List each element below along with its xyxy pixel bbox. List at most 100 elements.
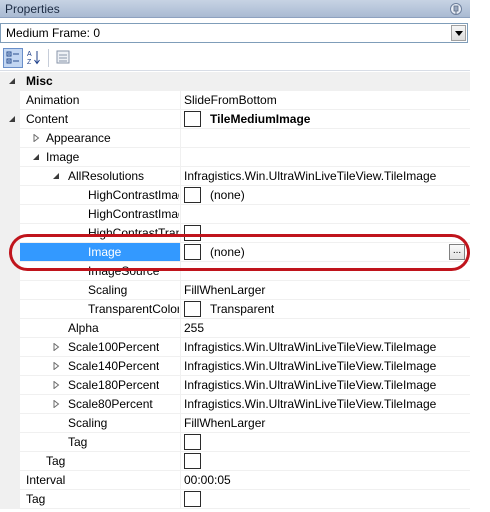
value-swatch[interactable] xyxy=(184,453,201,469)
property-row-scaling-inner[interactable]: Scaling FillWhenLarger xyxy=(0,281,470,300)
column-divider xyxy=(180,129,181,148)
property-name: Alpha xyxy=(68,321,99,335)
property-row-allresolutions[interactable]: AllResolutions Infragistics.Win.UltraWin… xyxy=(0,167,470,186)
property-row-image-group[interactable]: Image xyxy=(0,148,470,167)
property-grid: Misc Animation SlideFromBottom Content T… xyxy=(0,72,470,512)
property-name: Content xyxy=(26,112,69,126)
property-name: Image xyxy=(20,243,180,261)
column-divider xyxy=(180,205,181,224)
window-edge xyxy=(470,0,490,512)
row-gutter xyxy=(0,300,20,319)
property-pages-icon xyxy=(56,50,70,64)
property-row-image-selected[interactable]: Image (none) ... xyxy=(0,243,470,262)
collapsed-chevron-icon[interactable] xyxy=(52,381,60,389)
row-gutter xyxy=(0,319,20,338)
property-value[interactable]: Infragistics.Win.UltraWinLiveTileView.Ti… xyxy=(184,338,436,356)
column-divider xyxy=(180,395,181,414)
property-value[interactable]: Transparent xyxy=(210,300,274,318)
property-row-content[interactable]: Content TileMediumImage xyxy=(0,110,470,129)
column-divider xyxy=(180,110,181,129)
column-divider xyxy=(180,414,181,433)
property-value[interactable]: 255 xyxy=(184,319,204,337)
property-name: Misc xyxy=(26,74,53,88)
row-gutter xyxy=(0,91,20,110)
property-row-content-tag[interactable]: Tag xyxy=(0,452,470,471)
property-row-transparentcolor[interactable]: TransparentColor Transparent xyxy=(0,300,470,319)
property-row-animation[interactable]: Animation SlideFromBottom xyxy=(0,91,470,110)
expanded-chevron-icon[interactable] xyxy=(52,172,60,180)
property-name: Animation xyxy=(26,93,80,107)
property-name: Tag xyxy=(26,492,46,506)
svg-text:A: A xyxy=(27,51,32,58)
window-title: Properties xyxy=(5,2,60,16)
categorized-button[interactable] xyxy=(3,48,23,68)
property-value[interactable]: TileMediumImage xyxy=(210,110,310,128)
property-row-scale80percent[interactable]: Scale80Percent Infragistics.Win.UltraWin… xyxy=(0,395,470,414)
property-name: Image xyxy=(46,150,80,164)
row-gutter xyxy=(0,262,20,281)
property-value[interactable]: Infragistics.Win.UltraWinLiveTileView.Ti… xyxy=(184,357,436,375)
property-value[interactable]: FillWhenLarger xyxy=(184,414,265,432)
property-row-appearance[interactable]: Appearance xyxy=(0,129,470,148)
ellipsis-button[interactable]: ... xyxy=(449,244,465,260)
collapsed-chevron-icon[interactable] xyxy=(32,134,40,142)
row-gutter xyxy=(0,433,20,452)
property-name: Scaling xyxy=(68,416,108,430)
property-name: Interval xyxy=(26,473,66,487)
property-row-imagesource[interactable]: ImageSource xyxy=(0,262,470,281)
row-gutter xyxy=(0,167,20,186)
alphabetical-icon: A Z xyxy=(27,51,40,66)
property-value[interactable]: Infragistics.Win.UltraWinLiveTileView.Ti… xyxy=(184,167,436,185)
collapsed-chevron-icon[interactable] xyxy=(52,362,60,370)
property-value[interactable]: (none) xyxy=(210,243,245,261)
property-value[interactable]: 00:00:05 xyxy=(184,471,231,489)
alphabetical-button[interactable]: A Z xyxy=(25,48,45,68)
svg-text:Z: Z xyxy=(27,59,32,66)
column-divider xyxy=(180,357,181,376)
expanded-chevron-icon[interactable] xyxy=(8,115,16,123)
property-value[interactable]: SlideFromBottom xyxy=(184,91,277,109)
expanded-chevron-icon[interactable] xyxy=(32,153,40,161)
collapsed-chevron-icon[interactable] xyxy=(52,343,60,351)
row-gutter xyxy=(0,395,20,414)
property-row-scale140percent[interactable]: Scale140Percent Infragistics.Win.UltraWi… xyxy=(0,357,470,376)
row-gutter xyxy=(0,414,20,433)
property-row-highcontrastimage[interactable]: HighContrastImage (none) xyxy=(0,186,470,205)
property-row-highcontrastimagesource[interactable]: HighContrastImageSource xyxy=(0,205,470,224)
chevron-down-icon xyxy=(455,31,463,36)
category-row-misc[interactable]: Misc xyxy=(0,72,470,91)
property-pages-button[interactable] xyxy=(54,48,74,68)
column-divider xyxy=(180,224,181,243)
property-name: Tag xyxy=(68,435,88,449)
collapsed-chevron-icon[interactable] xyxy=(52,400,60,408)
property-row-alpha[interactable]: Alpha 255 xyxy=(0,319,470,338)
property-row-highcontrasttransparentcolor[interactable]: HighContrastTransparentColor xyxy=(0,224,470,243)
row-gutter xyxy=(0,452,20,471)
property-value[interactable]: (none) xyxy=(210,186,245,204)
property-row-image-tag[interactable]: Tag xyxy=(0,433,470,452)
object-selector-dropdown-button[interactable] xyxy=(451,25,466,41)
column-divider xyxy=(180,300,181,319)
property-row-scaling[interactable]: Scaling FillWhenLarger xyxy=(0,414,470,433)
value-swatch xyxy=(184,187,201,203)
property-value[interactable]: Infragistics.Win.UltraWinLiveTileView.Ti… xyxy=(184,395,436,413)
property-name: Scaling xyxy=(88,283,128,297)
column-divider xyxy=(180,433,181,452)
property-row-misc-tag[interactable]: Tag xyxy=(0,490,470,509)
object-selector[interactable]: Medium Frame: 0 xyxy=(0,23,468,43)
value-swatch[interactable] xyxy=(184,434,201,450)
expanded-chevron-icon[interactable] xyxy=(8,77,16,85)
column-divider xyxy=(180,376,181,395)
property-value[interactable]: FillWhenLarger xyxy=(184,281,265,299)
pin-icon[interactable] xyxy=(450,3,462,15)
categorized-icon xyxy=(6,51,19,64)
value-swatch[interactable] xyxy=(184,491,201,507)
property-row-interval[interactable]: Interval 00:00:05 xyxy=(0,471,470,490)
property-name: Scale80Percent xyxy=(68,397,153,411)
property-row-scale180percent[interactable]: Scale180Percent Infragistics.Win.UltraWi… xyxy=(0,376,470,395)
value-swatch xyxy=(184,244,201,260)
row-gutter xyxy=(0,129,20,148)
property-value[interactable]: Infragistics.Win.UltraWinLiveTileView.Ti… xyxy=(184,376,436,394)
property-row-scale100percent[interactable]: Scale100Percent Infragistics.Win.UltraWi… xyxy=(0,338,470,357)
row-gutter xyxy=(0,205,20,224)
